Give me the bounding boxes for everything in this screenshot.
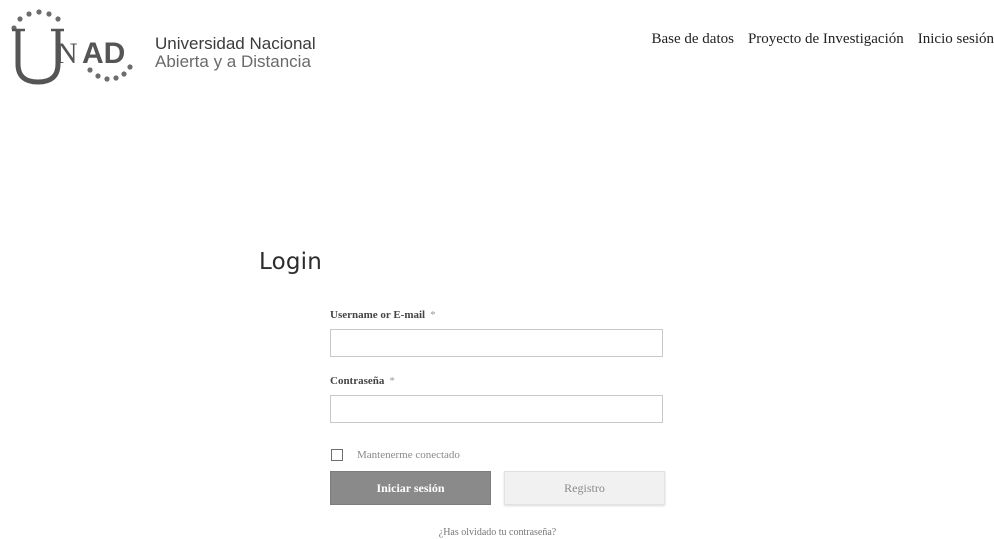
required-asterisk: * [430, 309, 436, 321]
unad-logo[interactable]: N AD Universidad Nacional Abierta y a Di… [6, 6, 326, 88]
svg-text:N: N [56, 37, 78, 70]
password-input[interactable] [330, 395, 663, 423]
remember-me-checkbox[interactable] [331, 449, 343, 461]
password-label: Contraseña * [330, 375, 395, 387]
register-button[interactable]: Registro [504, 471, 665, 505]
nav-item-inicio-sesion[interactable]: Inicio sesión [918, 31, 994, 48]
top-nav: Base de datos Proyecto de Investigación … [637, 31, 994, 48]
university-name-line1: Universidad Nacional [155, 34, 316, 53]
username-label-text: Username or E-mail [330, 309, 426, 321]
username-label: Username or E-mail * [330, 309, 436, 321]
username-input[interactable] [330, 329, 663, 357]
remember-me[interactable]: Mantenerme conectado [331, 449, 460, 461]
unad-logo-mark: N AD [11, 9, 133, 85]
forgot-password-link[interactable]: ¿Has olvidado tu contraseña? [330, 527, 665, 538]
university-name-line2: Abierta y a Distancia [155, 52, 311, 71]
nav-item-base-de-datos[interactable]: Base de datos [651, 31, 733, 48]
login-button[interactable]: Iniciar sesión [330, 471, 491, 505]
required-asterisk: * [389, 375, 395, 387]
remember-me-label: Mantenerme conectado [357, 449, 460, 461]
login-title: Login [259, 249, 323, 275]
svg-text:AD: AD [82, 37, 125, 70]
nav-item-proyecto-investigacion[interactable]: Proyecto de Investigación [748, 31, 904, 48]
university-name: Universidad Nacional Abierta y a Distanc… [155, 35, 316, 71]
password-label-text: Contraseña [330, 375, 385, 387]
